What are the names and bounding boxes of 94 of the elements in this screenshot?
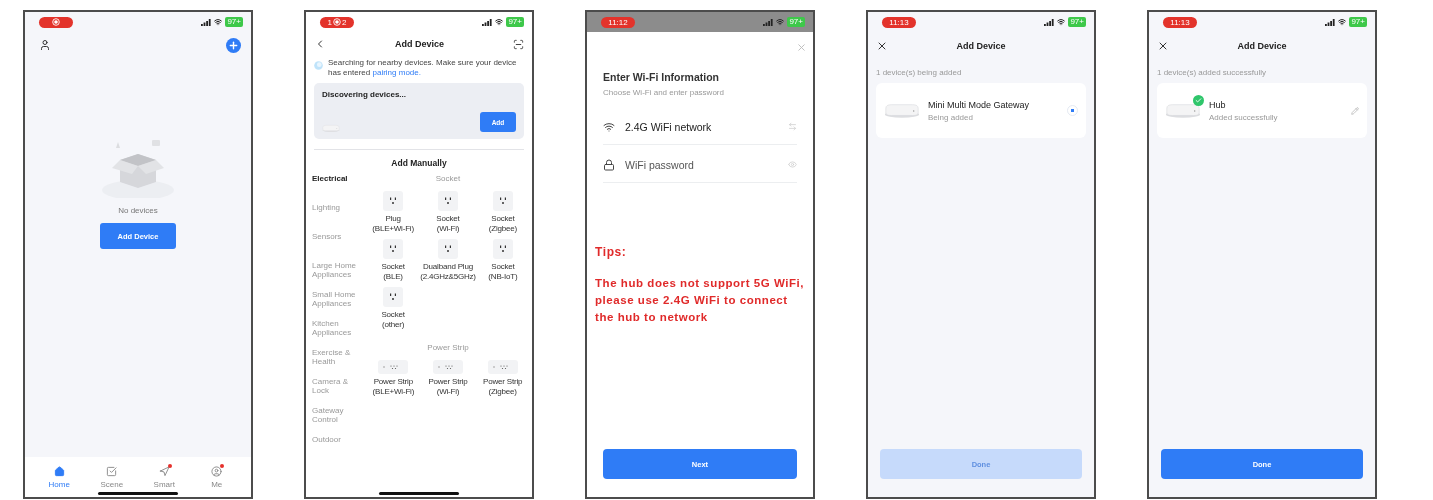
product-label[interactable]: Plug (BLE+Wi-Fi) <box>372 214 414 233</box>
category-item[interactable]: Electrical <box>312 174 360 203</box>
signal-icon <box>482 18 493 26</box>
sheet-subtitle: Choose Wi-Fi and enter password <box>603 88 725 97</box>
searching-message: Searching for nearby devices. Make sure your device has entered pairing mode. <box>328 58 518 78</box>
status-caption: 1 device(s) being added <box>875 67 963 79</box>
tab[interactable]: Me <box>196 457 237 497</box>
socket-icon <box>383 191 404 211</box>
category-item[interactable]: Small Home Appliances <box>312 290 360 319</box>
battery-level: 97+ <box>506 17 524 27</box>
discovering-title: Discovering devices... <box>322 90 408 99</box>
wifi-icon <box>1338 18 1347 26</box>
close-icon[interactable] <box>1157 40 1169 52</box>
device-status: Being added <box>928 112 974 122</box>
sheet-title: Enter Wi-Fi Information <box>603 71 720 83</box>
tab-icon <box>211 465 223 477</box>
tab-icon <box>158 465 170 477</box>
battery-level: 97+ <box>787 17 805 27</box>
pairing-mode-link[interactable]: pairing mode. <box>372 68 421 77</box>
tab-icon <box>53 465 65 477</box>
category-item[interactable]: Sensors <box>312 232 360 261</box>
profile-icon[interactable] <box>39 39 51 51</box>
device-status: Added successfully <box>1209 112 1279 122</box>
group-title: Power Strip <box>426 343 470 354</box>
product-label[interactable]: Power Strip (Wi-Fi) <box>428 377 468 396</box>
product-label[interactable]: Dualband Plug (2.4GHz&5GHz) <box>420 262 476 281</box>
wifi-icon <box>214 18 223 26</box>
category-item[interactable]: Kitchen Appliances <box>312 319 360 348</box>
tab-label: Scene <box>100 479 124 489</box>
group-title: Socket <box>434 174 462 185</box>
status-time: 11:12 <box>608 17 628 27</box>
status-time: 11:13 <box>889 17 909 27</box>
status-time: 2 <box>342 17 347 27</box>
device-name: Hub <box>1209 99 1227 110</box>
lock-icon <box>603 158 615 171</box>
socket-icon <box>438 191 458 211</box>
wifi-icon <box>776 18 785 26</box>
tab[interactable]: Smart <box>144 457 185 497</box>
socket-icon <box>492 239 513 259</box>
battery-level: 97+ <box>1068 17 1086 27</box>
category-item[interactable]: Lighting <box>312 203 360 232</box>
power-strip-icon <box>378 360 409 374</box>
screen-title: Add Device <box>1237 41 1287 51</box>
searching-icon <box>314 61 323 70</box>
device-name: Mini Multi Mode Gateway <box>928 99 1031 110</box>
product-label[interactable]: Socket (NB-IoT) <box>488 262 518 281</box>
tab-label: Smart <box>153 479 175 489</box>
signal-icon <box>201 18 212 26</box>
signal-icon <box>1044 18 1055 26</box>
status-time: 11:13 <box>1170 17 1190 27</box>
tab-label: Home <box>48 479 70 489</box>
add-button[interactable] <box>226 37 241 53</box>
category-item[interactable]: Gateway Control <box>312 406 360 435</box>
switch-icon[interactable] <box>788 122 797 131</box>
power-strip-icon <box>433 360 463 374</box>
product-label[interactable]: Power Strip (Zigbee) <box>483 377 523 396</box>
tab[interactable]: Home <box>39 457 80 497</box>
signal-icon <box>763 18 774 26</box>
battery-level: 97+ <box>1349 17 1367 27</box>
category-item[interactable]: Camera & Lock <box>312 377 360 406</box>
category-item[interactable]: Outdoor <box>312 435 360 464</box>
category-item[interactable]: Large Home Appliances <box>312 261 360 290</box>
wifi-icon <box>495 18 504 26</box>
network-field[interactable]: 2.4G WiFi network <box>603 109 797 145</box>
product-label[interactable]: Socket (Wi-Fi) <box>436 214 460 233</box>
socket-icon <box>492 191 513 211</box>
status-caption: 1 device(s) added successfully <box>1156 67 1267 79</box>
battery-level: 97+ <box>225 17 243 27</box>
scan-icon[interactable] <box>513 38 524 50</box>
wifi-icon <box>1057 18 1066 26</box>
tab[interactable]: Scene <box>91 457 132 497</box>
wifi-icon <box>603 120 615 133</box>
tips-text: The hub does not support 5G WiFi, please use 2.4G WiFi to connect the hub to network <box>595 276 806 325</box>
screen-title: Add Device <box>956 41 1006 51</box>
tips-title: Tips: <box>595 245 628 259</box>
power-strip-icon <box>487 360 518 374</box>
close-icon[interactable] <box>876 40 888 52</box>
hub-device-image <box>884 102 920 119</box>
socket-icon <box>383 239 404 259</box>
product-label[interactable]: Power Strip (BLE+Wi-Fi) <box>372 377 415 396</box>
status-time: 1 <box>327 17 332 27</box>
signal-icon <box>1325 18 1336 26</box>
password-field[interactable]: WiFi password <box>603 147 797 183</box>
product-label[interactable]: Socket (Zigbee) <box>488 214 517 233</box>
tab-label: Me <box>211 479 223 489</box>
tab-icon <box>106 465 118 477</box>
category-item[interactable]: Exercise & Health <box>312 348 360 377</box>
socket-icon <box>438 239 458 259</box>
product-label[interactable]: Socket (BLE) <box>381 262 405 281</box>
hub-device-image <box>1165 102 1201 119</box>
screen-title: Add Device <box>395 39 444 49</box>
product-label[interactable]: Socket (other) <box>381 310 405 329</box>
socket-icon <box>383 287 404 307</box>
empty-message: No devices <box>118 206 158 215</box>
